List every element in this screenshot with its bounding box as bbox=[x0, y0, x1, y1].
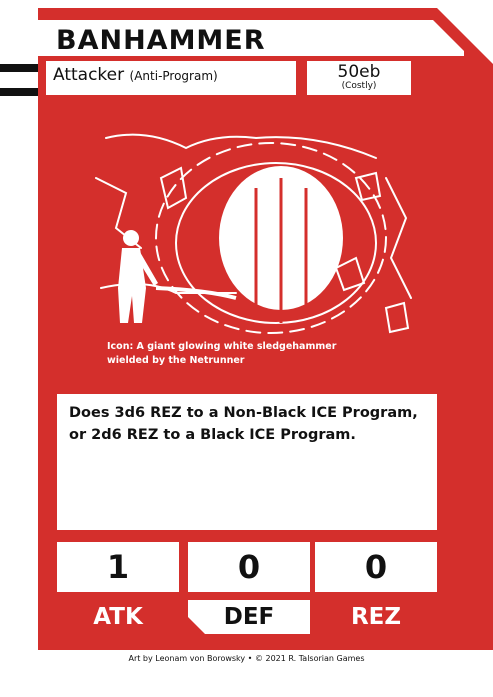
atk-label: ATK bbox=[93, 604, 143, 630]
cost-note: (Costly) bbox=[341, 81, 377, 91]
def-label: DEF bbox=[223, 604, 275, 630]
def-value: 0 bbox=[188, 542, 310, 592]
art-debris-2 bbox=[384, 301, 410, 334]
rules-text: Does 3d6 REZ to a Non-Black ICE Program,… bbox=[57, 394, 437, 530]
edge-stripe-top bbox=[0, 64, 38, 72]
art-netrunner-figure bbox=[118, 230, 158, 323]
art-caption: Icon: A giant glowing white sledgehammer… bbox=[107, 341, 337, 366]
card-cost: 50eb bbox=[337, 62, 381, 82]
rez-value: 0 bbox=[315, 542, 437, 592]
atk-value: 1 bbox=[57, 542, 179, 592]
art-debris-3 bbox=[334, 256, 366, 292]
card-subtype: (Anti-Program) bbox=[129, 69, 218, 83]
type-line: Attacker (Anti-Program) bbox=[46, 61, 296, 95]
card-type: Attacker bbox=[53, 65, 125, 85]
cost-box: 50eb (Costly) bbox=[307, 61, 411, 95]
art-crack-right bbox=[385, 177, 412, 299]
card-title: BANHAMMER bbox=[56, 25, 266, 56]
rez-label: REZ bbox=[350, 604, 402, 630]
credits-footer: Art by Leonam von Borowsky • © 2021 R. T… bbox=[128, 654, 365, 663]
edge-stripe-bottom bbox=[0, 88, 38, 96]
